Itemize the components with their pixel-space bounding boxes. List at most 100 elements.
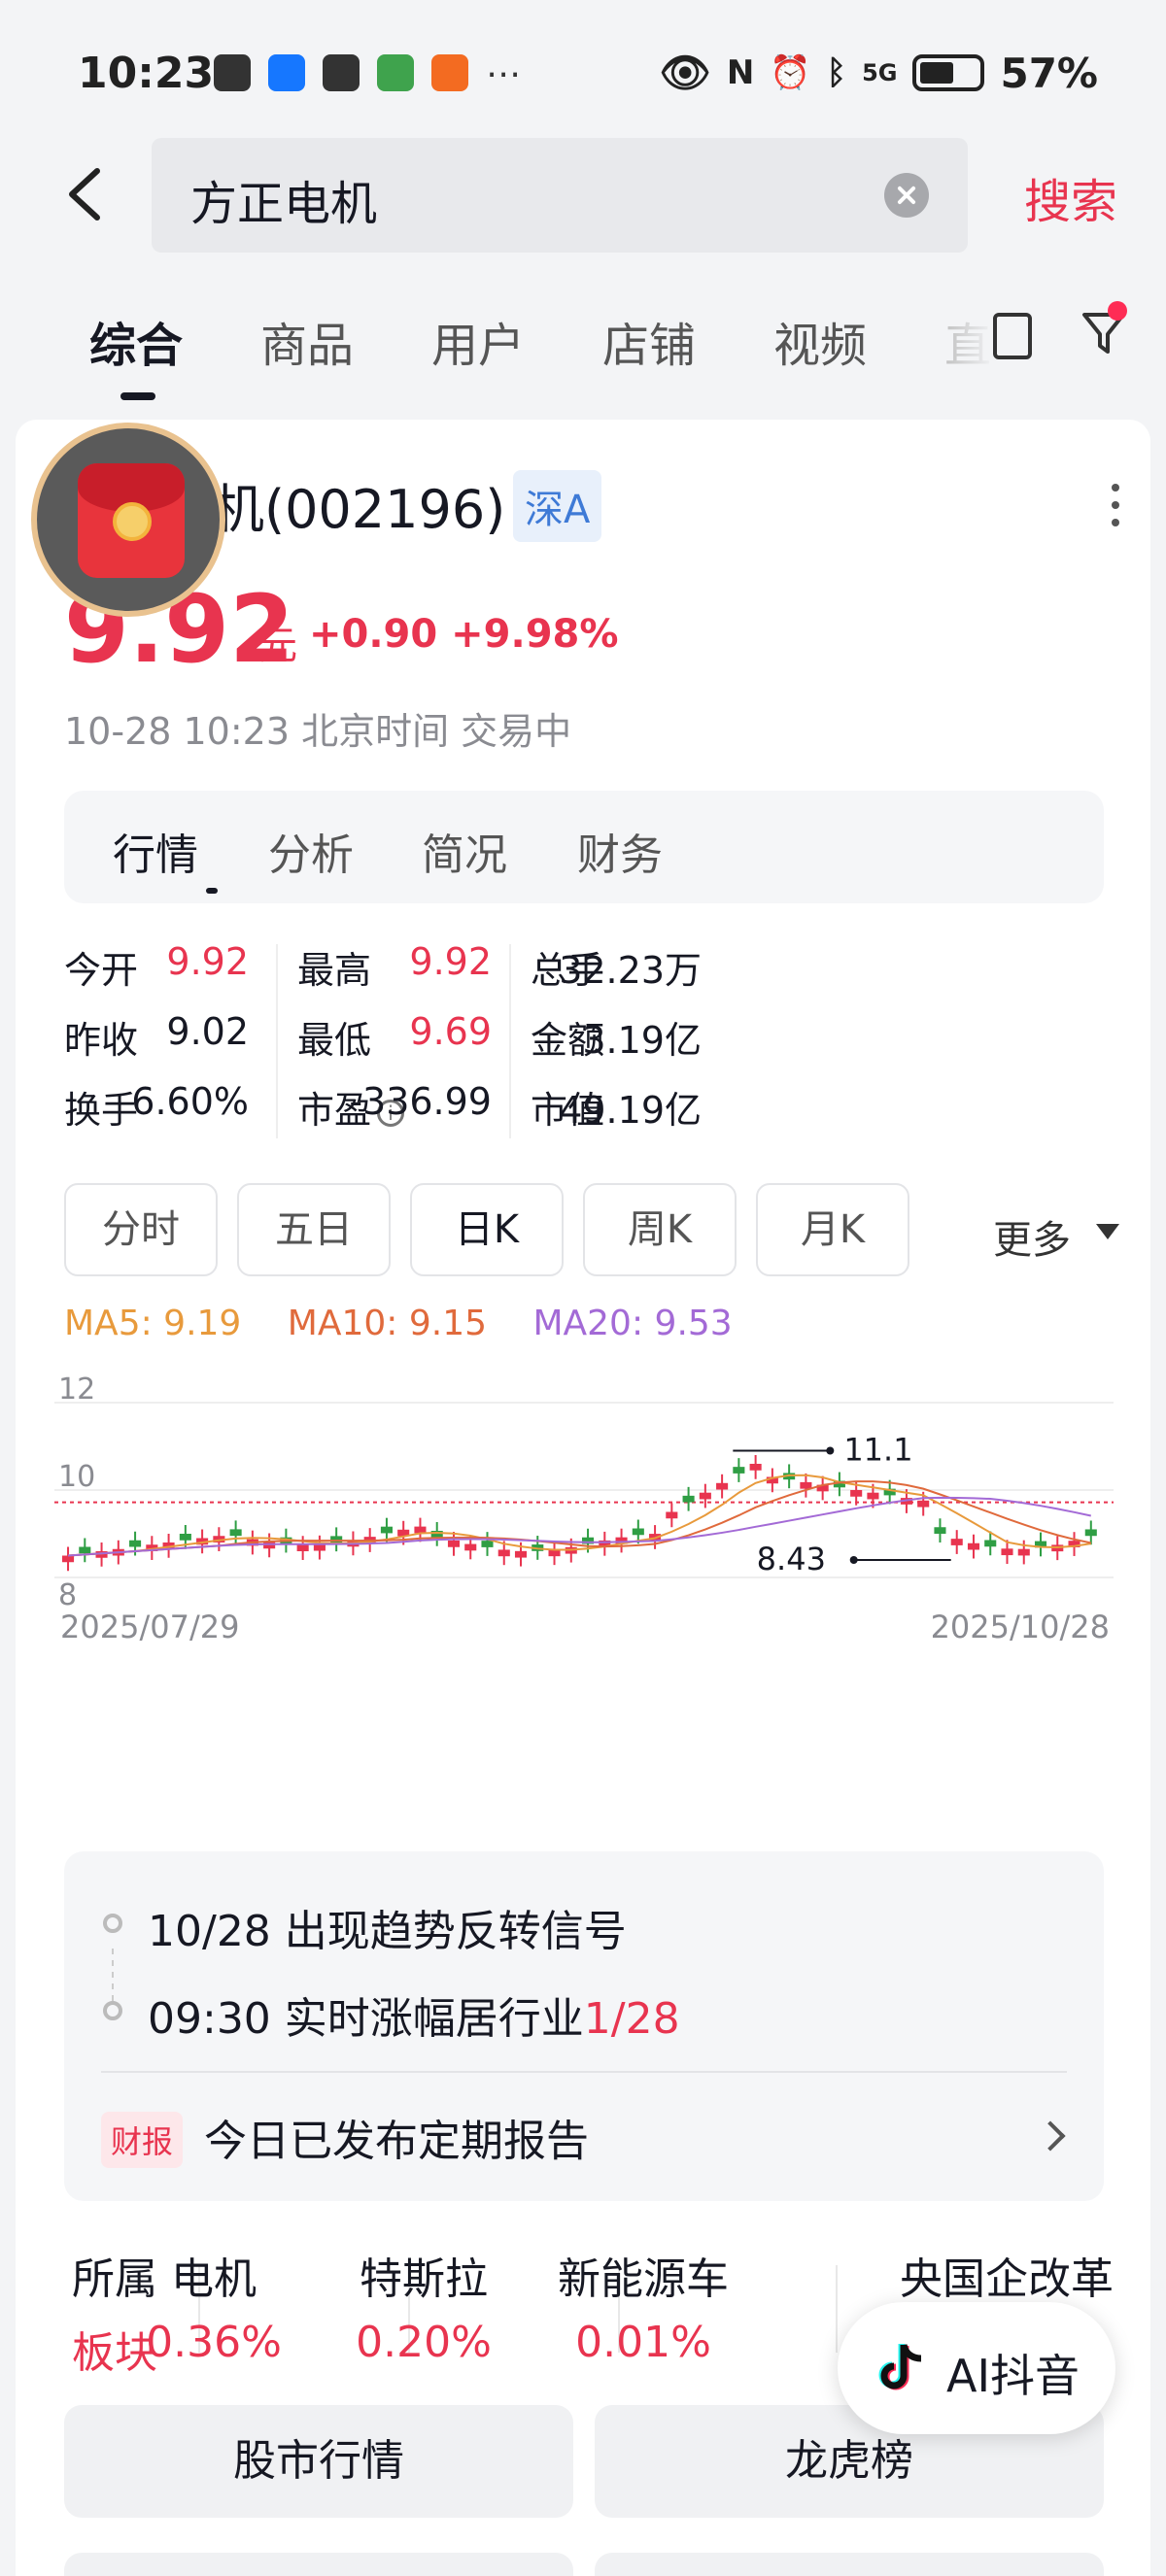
candle-body bbox=[497, 1549, 510, 1557]
sector-value: 0.01% bbox=[575, 2318, 711, 2367]
tab-users[interactable]: 用户 bbox=[431, 307, 525, 375]
search-input[interactable]: 方正电机 bbox=[152, 138, 968, 253]
period-5day[interactable]: 五日 bbox=[237, 1183, 391, 1276]
sector-name: 新能源车 bbox=[558, 2254, 729, 2304]
quick-links-row2 bbox=[64, 2553, 1104, 2576]
ma10-label: MA10: 9.15 bbox=[287, 1304, 488, 1343]
stat-market-cap: 49.19亿 bbox=[559, 1089, 702, 1132]
candle-body bbox=[632, 1528, 644, 1536]
alarm-icon: ⏰ bbox=[770, 53, 811, 92]
nfc-icon: N bbox=[726, 53, 755, 92]
sector-value: 0.36% bbox=[146, 2318, 282, 2367]
tab-comprehensive[interactable]: 综合 bbox=[89, 307, 183, 375]
period-more-button[interactable]: 更多 bbox=[993, 1208, 1071, 1265]
red-packet-float[interactable] bbox=[31, 423, 225, 617]
x-start-label: 2025/07/29 bbox=[60, 1609, 239, 1645]
ma-legend: MA5: 9.19 MA10: 9.15 MA20: 9.53 bbox=[64, 1304, 733, 1343]
candle-body bbox=[716, 1482, 729, 1490]
sector-item[interactable]: 特斯拉 0.20% bbox=[326, 2244, 521, 2367]
candle-body bbox=[950, 1539, 963, 1545]
quick-link-button[interactable] bbox=[64, 2553, 573, 2576]
candle-body bbox=[1017, 1548, 1030, 1556]
chevron-right-icon[interactable] bbox=[1035, 2120, 1066, 2152]
signal-item: 09:30 实时涨幅居行业1/28 bbox=[148, 1983, 680, 2046]
eye-icon: 👁 bbox=[659, 49, 711, 96]
candle-body bbox=[917, 1500, 930, 1508]
bluetooth-icon: ᛒ bbox=[826, 53, 847, 92]
ma5-line bbox=[67, 1474, 1091, 1557]
ai-douyin-button[interactable]: AI抖音 bbox=[838, 2302, 1115, 2434]
subtab-finance[interactable]: 财务 bbox=[577, 820, 663, 882]
kline-chart[interactable]: 12 10 8 11.1 8.43 2025/07/29 2025/10/28 bbox=[54, 1352, 1114, 1760]
period-intraday[interactable]: 分时 bbox=[64, 1183, 218, 1276]
signals-panel[interactable]: 10/28 出现趋势反转信号 09:30 实时涨幅居行业1/28 财报 今日已发… bbox=[64, 1851, 1104, 2201]
divider bbox=[509, 944, 511, 1138]
candle-body bbox=[447, 1540, 461, 1547]
search-tabs: 综合 商品 用户 店铺 视频 直 bbox=[0, 291, 1166, 408]
period-daily-k[interactable]: 日K bbox=[410, 1183, 564, 1276]
more-notifications-icon: ⋯ bbox=[486, 54, 521, 94]
paw-icon bbox=[323, 54, 360, 91]
signal-icon: 5G bbox=[862, 59, 898, 86]
stat-open: 9.92 bbox=[166, 940, 249, 983]
search-button[interactable]: 搜索 bbox=[1024, 163, 1117, 231]
signal-item: 10/28 出现趋势反转信号 bbox=[148, 1907, 627, 1956]
candle-body bbox=[62, 1555, 75, 1563]
tab-stores[interactable]: 店铺 bbox=[602, 307, 696, 375]
coin-icon bbox=[113, 502, 152, 541]
signal-text: 09:30 实时涨幅居行业 bbox=[148, 1994, 584, 2044]
tab-products[interactable]: 商品 bbox=[260, 307, 354, 375]
period-selector: 分时 五日 日K 周K 月K 更多 bbox=[64, 1183, 1119, 1276]
report-text[interactable]: 今日已发布定期报告 bbox=[204, 2106, 589, 2168]
battery-percent: 57% bbox=[1000, 49, 1098, 97]
layout-icon[interactable] bbox=[993, 313, 1032, 359]
subtab-analysis[interactable]: 分析 bbox=[268, 820, 354, 882]
period-weekly-k[interactable]: 周K bbox=[583, 1183, 737, 1276]
candle-body bbox=[800, 1481, 812, 1489]
more-options-icon[interactable] bbox=[1112, 484, 1121, 532]
candle-body bbox=[179, 1534, 191, 1541]
period-monthly-k[interactable]: 月K bbox=[756, 1183, 909, 1276]
status-time: 10:23 bbox=[78, 49, 215, 98]
signal-dot bbox=[103, 2001, 122, 2020]
divider bbox=[101, 2071, 1067, 2073]
sector-name: 特斯拉 bbox=[360, 2254, 488, 2304]
quick-link-button[interactable] bbox=[595, 2553, 1104, 2576]
stat-volume: 32.23万 bbox=[559, 949, 702, 992]
candle-body bbox=[229, 1529, 242, 1537]
max-price-label: 11.1 bbox=[843, 1432, 912, 1469]
filter-badge-dot bbox=[1108, 301, 1127, 321]
max-marker-dot bbox=[826, 1446, 835, 1455]
stat-low: 9.69 bbox=[409, 1010, 492, 1053]
stat-pe: -336.99 bbox=[349, 1080, 492, 1123]
candle-body bbox=[749, 1464, 762, 1471]
candle-body bbox=[682, 1495, 695, 1503]
candle-body bbox=[934, 1527, 946, 1534]
candle-body bbox=[867, 1492, 879, 1500]
candle-body bbox=[1084, 1529, 1097, 1537]
sector-item[interactable]: 新能源车 0.01% bbox=[546, 2244, 740, 2367]
subtab-overview[interactable]: 简况 bbox=[422, 820, 507, 882]
signal-connector bbox=[112, 1949, 114, 2007]
trade-time-status: 10-28 10:23 北京时间 交易中 bbox=[64, 710, 572, 753]
back-icon[interactable] bbox=[58, 165, 117, 223]
price-change: +0.90 +9.98% bbox=[309, 612, 618, 657]
clear-icon[interactable] bbox=[884, 173, 929, 218]
price-change-abs: +0.90 bbox=[309, 612, 438, 657]
stock-subtabs: 行情 分析 简况 财务 bbox=[64, 791, 1104, 903]
ma20-line bbox=[67, 1496, 1091, 1557]
candle-body bbox=[464, 1543, 477, 1551]
home-icon bbox=[377, 54, 414, 91]
stat-prev-close: 9.02 bbox=[166, 1010, 249, 1053]
candle-body bbox=[313, 1543, 326, 1551]
search-row: 方正电机 搜索 bbox=[0, 136, 1166, 253]
min-price-label: 8.43 bbox=[757, 1541, 826, 1577]
candle-body bbox=[296, 1544, 309, 1551]
x-end-label: 2025/10/28 bbox=[931, 1609, 1110, 1645]
tab-videos[interactable]: 视频 bbox=[773, 307, 867, 375]
status-bar: 10:23 ⋯ 👁 N ⏰ ᛒ 5G 57% bbox=[0, 0, 1166, 146]
sector-item[interactable]: 电机 0.36% bbox=[117, 2244, 311, 2367]
market-quotes-button[interactable]: 股市行情 bbox=[64, 2405, 573, 2518]
subtab-market[interactable]: 行情 bbox=[113, 820, 198, 882]
stat-amount: 3.19亿 bbox=[582, 1019, 702, 1062]
